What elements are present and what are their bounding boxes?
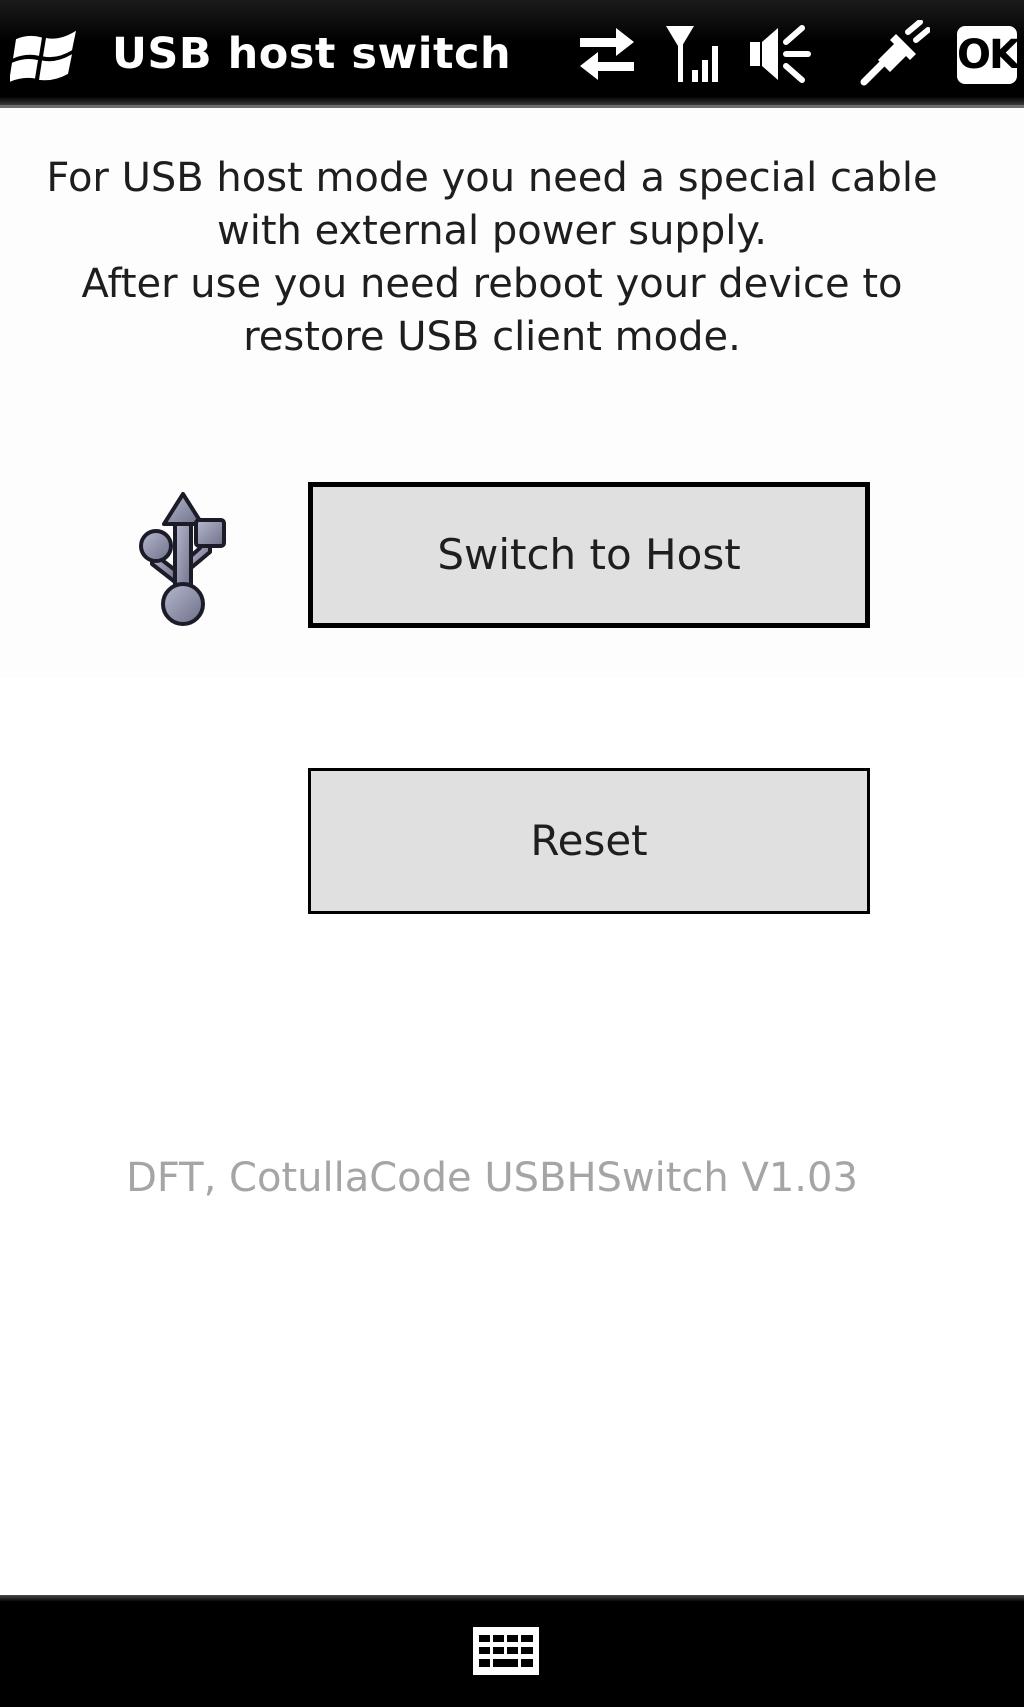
switch-to-host-button[interactable]: Switch to Host (308, 482, 870, 628)
usb-power-plug-icon[interactable] (858, 20, 930, 88)
ok-button[interactable]: OK (957, 26, 1020, 84)
version-label: DFT, CotullaCode USBHSwitch V1.03 (126, 1155, 858, 1201)
instruction-line: restore USB client mode. (243, 314, 741, 360)
signal-strength-icon[interactable] (664, 20, 724, 88)
keyboard-icon[interactable] (471, 1625, 541, 1677)
windows-start-icon[interactable] (10, 22, 82, 86)
instruction-line: After use you need reboot your device to (81, 261, 903, 307)
data-connection-icon[interactable] (574, 20, 640, 88)
bottom-bar (0, 1595, 1024, 1707)
instruction-line: For USB host mode you need a special cab… (46, 155, 938, 201)
reset-button[interactable]: Reset (308, 768, 870, 914)
usb-icon (139, 492, 226, 626)
instructions-text: For USB host mode you need a special cab… (20, 152, 964, 364)
app-title: USB host switch (112, 29, 512, 79)
instruction-line: with external power supply. (217, 208, 767, 254)
speaker-muted-icon[interactable] (748, 20, 812, 88)
title-bar: USB host switch OK (0, 0, 1024, 108)
